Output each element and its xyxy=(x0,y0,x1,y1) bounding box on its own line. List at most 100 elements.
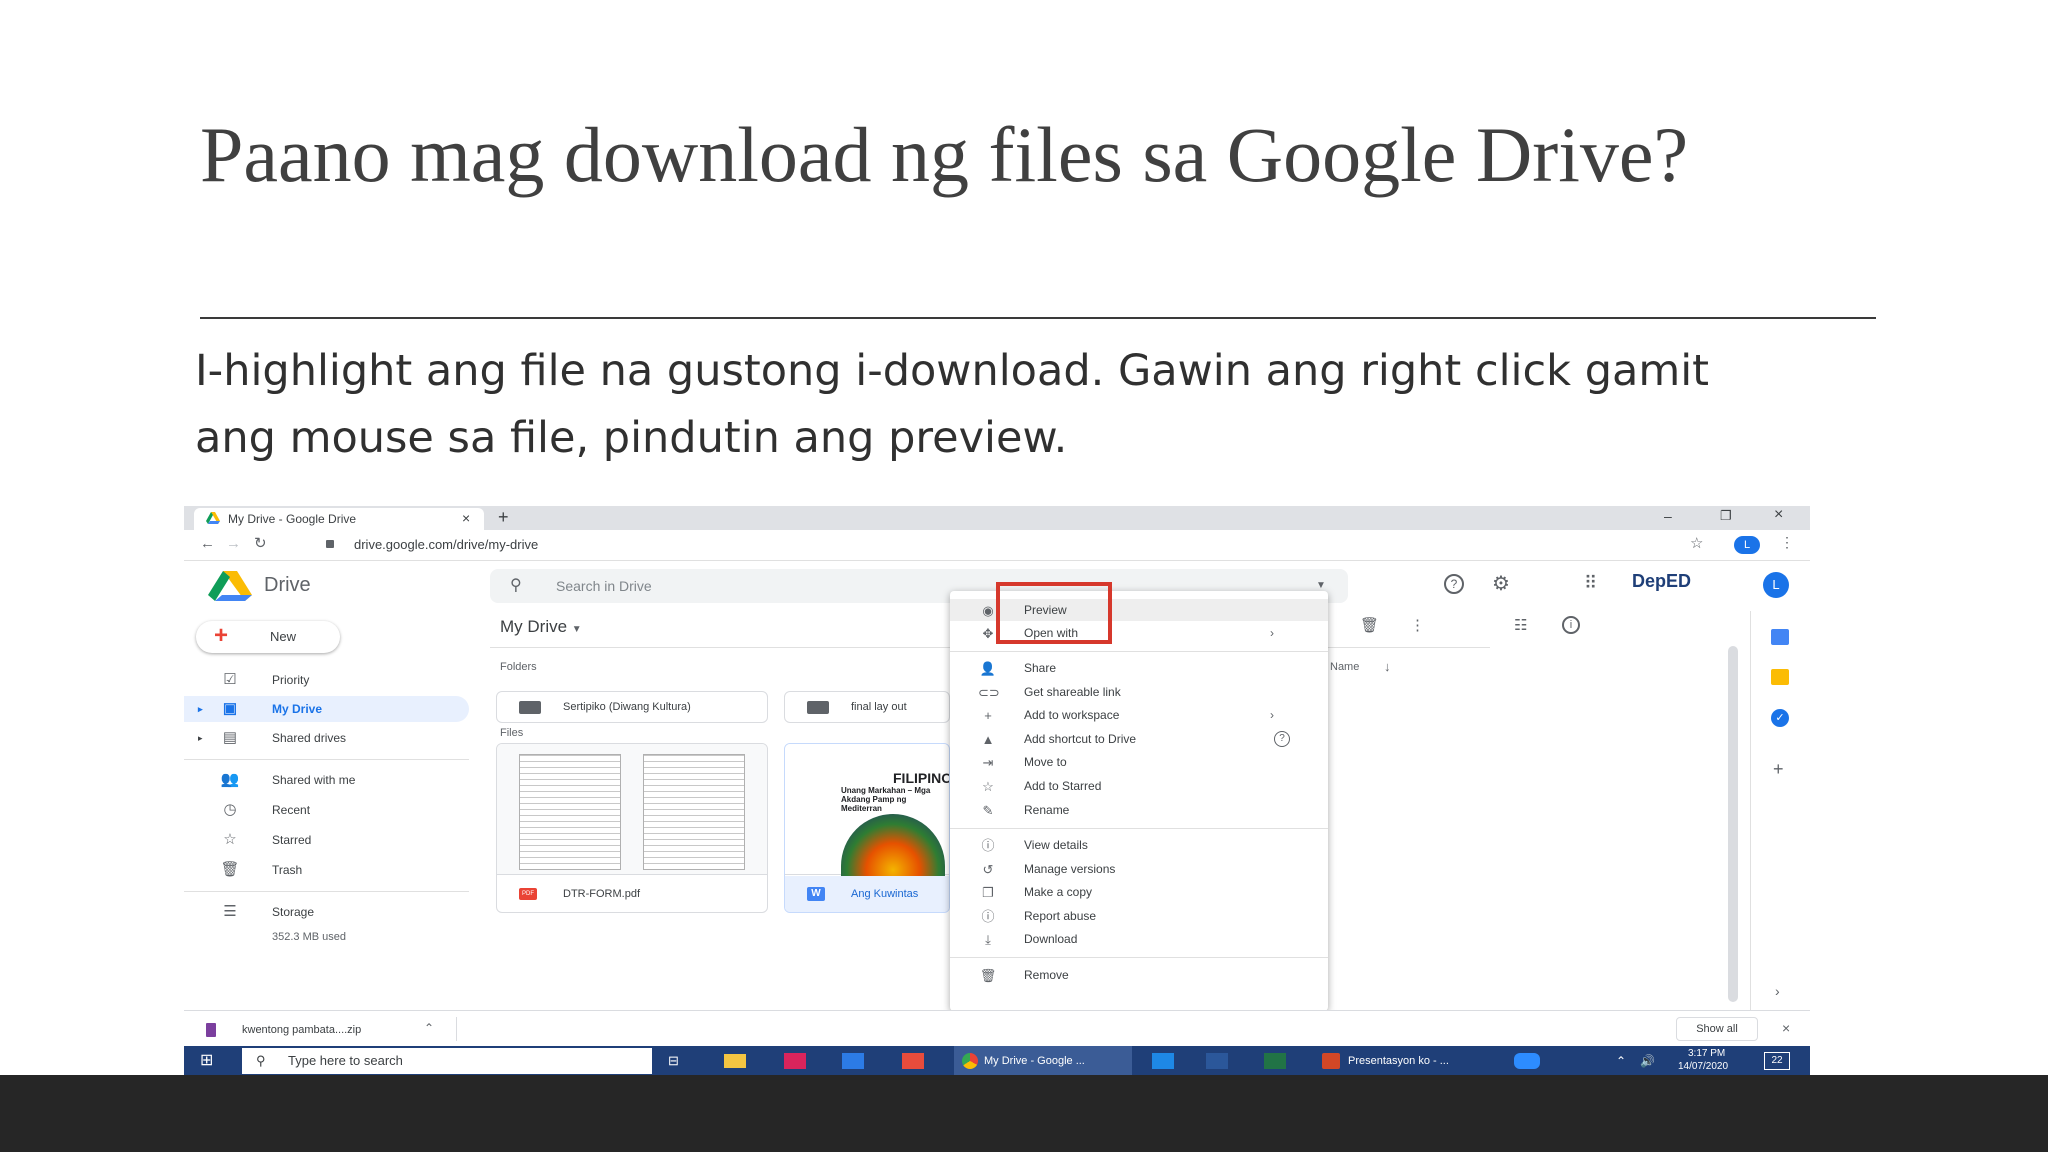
eye-icon: ◉ xyxy=(982,603,994,618)
new-tab-button[interactable]: + xyxy=(498,507,509,528)
new-button[interactable]: + New xyxy=(196,621,340,653)
toolbar-more-icon[interactable]: ⋮ xyxy=(1410,616,1425,634)
url-text: drive.google.com/drive/my-drive xyxy=(354,537,539,552)
notification-center-icon[interactable]: 22 xyxy=(1764,1052,1790,1070)
menu-item-share[interactable]: 👤 Share xyxy=(950,657,1328,679)
notification-count: 22 xyxy=(1771,1055,1783,1066)
word-file-icon: W xyxy=(807,887,825,901)
minimize-button[interactable]: – xyxy=(1664,508,1672,524)
menu-item-view-details[interactable]: ⓘ View details xyxy=(950,834,1328,856)
menu-item-rename[interactable]: ✎ Rename xyxy=(950,799,1328,821)
photoshop-app-icon[interactable] xyxy=(842,1053,864,1069)
back-icon[interactable]: ← xyxy=(200,535,215,552)
word-app-icon[interactable] xyxy=(1206,1053,1228,1069)
folder-item[interactable]: Sertipiko (Diwang Kultura) xyxy=(496,691,768,723)
sidebar-item-priority[interactable]: ☑ Priority xyxy=(184,667,469,693)
sidebar-item-starred[interactable]: ☆ Starred xyxy=(184,827,469,853)
profile-avatar[interactable]: L xyxy=(1734,536,1760,554)
add-addon-icon[interactable]: + xyxy=(1773,759,1784,780)
calendar-icon[interactable] xyxy=(1771,629,1789,645)
sidebar-item-shared-with-me[interactable]: 👥 Shared with me xyxy=(184,767,469,793)
apps-grid-icon[interactable]: ⠿ xyxy=(1584,573,1597,594)
file-card[interactable]: PDF DTR-FORM.pdf xyxy=(496,743,768,913)
list-view-icon[interactable]: ☷ xyxy=(1514,616,1527,634)
pdf-file-icon: PDF xyxy=(519,888,537,900)
sort-name-label[interactable]: Name xyxy=(1330,661,1359,673)
download-chevron-up-icon[interactable]: ⌃ xyxy=(424,1021,434,1035)
file-name-row: W Ang Kuwintas xyxy=(785,876,949,912)
volume-icon[interactable]: 🔊 xyxy=(1640,1049,1655,1073)
taskbar-chrome-item[interactable]: My Drive - Google ... xyxy=(954,1046,1132,1076)
restore-button[interactable]: ❐ xyxy=(1720,508,1732,524)
bookmark-star-icon[interactable]: ☆ xyxy=(1690,534,1703,552)
sidebar-item-storage[interactable]: ☰ Storage xyxy=(184,899,469,925)
search-placeholder: Search in Drive xyxy=(556,578,652,594)
account-avatar[interactable]: L xyxy=(1763,572,1789,598)
close-downloads-icon[interactable]: × xyxy=(1782,1020,1790,1036)
tray-chevron-icon[interactable]: ⌃ xyxy=(1616,1049,1626,1073)
excel-app-icon[interactable] xyxy=(1264,1053,1286,1069)
file-thumbnail: FILIPINO Unang Markahan – Mga Akdang Pam… xyxy=(785,744,949,894)
zoom-app-icon[interactable] xyxy=(1514,1053,1540,1069)
task-view-icon[interactable]: ⊟ xyxy=(668,1049,690,1073)
taskbar-search-box[interactable]: ⚲ Type here to search xyxy=(242,1048,652,1074)
folder-item[interactable]: final lay out xyxy=(784,691,950,723)
outlook-app-icon[interactable] xyxy=(1152,1053,1174,1069)
powerpoint-icon xyxy=(1322,1053,1340,1069)
new-button-label: New xyxy=(270,629,297,644)
sidebar-item-trash[interactable]: 🗑 Trash xyxy=(184,857,469,883)
menu-item-remove[interactable]: 🗑 Remove xyxy=(950,964,1328,986)
windows-start-icon[interactable]: ⊞ xyxy=(200,1049,222,1073)
close-window-button[interactable]: × xyxy=(1774,506,1783,524)
link-icon: ⊂⊃ xyxy=(978,685,1000,700)
menu-item-download[interactable]: ⤓ Download xyxy=(950,928,1328,950)
files-header: Files xyxy=(500,727,524,739)
menu-item-add-shortcut[interactable]: ▲ Add shortcut to Drive? xyxy=(950,728,1328,750)
menu-item-manage-versions[interactable]: ↺ Manage versions xyxy=(950,858,1328,880)
file-card-selected[interactable]: FILIPINO Unang Markahan – Mga Akdang Pam… xyxy=(784,743,950,913)
browser-tab[interactable]: My Drive - Google Drive × xyxy=(194,508,484,530)
slide-title: Paano mag download ng files sa Google Dr… xyxy=(200,111,1689,198)
storage-used: 352.3 MB used xyxy=(272,931,346,943)
expand-panel-icon[interactable]: › xyxy=(1775,983,1780,999)
tasks-icon[interactable]: ✓ xyxy=(1771,709,1789,727)
photo-app-icon[interactable] xyxy=(902,1053,924,1069)
expand-arrow-icon[interactable]: ▸ xyxy=(198,696,203,722)
file-thumbnail xyxy=(497,744,767,875)
forward-icon[interactable]: → xyxy=(226,535,241,552)
reload-icon[interactable]: ↻ xyxy=(254,534,267,552)
sidebar-item-recent[interactable]: ◷ Recent xyxy=(184,797,469,823)
taskbar-powerpoint-item[interactable]: Presentasyon ko - ... xyxy=(1318,1046,1488,1076)
menu-item-report-abuse[interactable]: ⓘ Report abuse xyxy=(950,905,1328,927)
file-explorer-icon[interactable] xyxy=(724,1054,746,1068)
taskbar-clock[interactable]: 3:17 PM 14/07/2020 xyxy=(1672,1046,1752,1076)
breadcrumb[interactable]: My Drive ▼ xyxy=(500,617,582,637)
menu-item-get-link[interactable]: ⊂⊃ Get shareable link xyxy=(950,681,1328,703)
indesign-app-icon[interactable] xyxy=(784,1053,806,1069)
menu-item-make-copy[interactable]: ❐ Make a copy xyxy=(950,881,1328,903)
download-icon: ⤓ xyxy=(985,932,991,947)
menu-item-add-to-starred[interactable]: ☆ Add to Starred xyxy=(950,775,1328,797)
tab-close-icon[interactable]: × xyxy=(462,510,470,526)
recent-icon: ◷ xyxy=(223,801,237,818)
browser-menu-icon[interactable]: ⋮ xyxy=(1780,534,1794,551)
submenu-arrow-icon: › xyxy=(1270,626,1274,640)
scrollbar[interactable] xyxy=(1728,646,1738,1002)
keep-icon[interactable] xyxy=(1771,669,1789,685)
toolbar-delete-icon[interactable]: 🗑 xyxy=(1360,616,1379,634)
menu-item-add-to-workspace[interactable]: + Add to workspace › xyxy=(950,704,1328,726)
plus-icon: + xyxy=(984,708,992,723)
download-file-name[interactable]: kwentong pambata....zip xyxy=(242,1024,361,1036)
sidebar-item-my-drive[interactable]: ▸ ▣ My Drive xyxy=(184,696,469,722)
menu-item-move-to[interactable]: ⇥ Move to xyxy=(950,751,1328,773)
expand-arrow-icon[interactable]: ▸ xyxy=(198,725,203,751)
help-circle-icon[interactable]: ? xyxy=(1274,731,1290,747)
sidebar-item-shared-drives[interactable]: ▸ ▤ Shared drives xyxy=(184,725,469,751)
show-all-button[interactable]: Show all xyxy=(1676,1017,1758,1041)
url-field[interactable]: drive.google.com/drive/my-drive xyxy=(354,535,1654,555)
help-icon[interactable]: ? xyxy=(1444,574,1464,594)
info-icon: ⓘ xyxy=(981,838,995,853)
settings-gear-icon[interactable]: ⚙ xyxy=(1492,571,1510,596)
view-details-icon[interactable]: i xyxy=(1562,616,1580,634)
sort-arrow-icon[interactable]: ↓ xyxy=(1384,659,1391,674)
